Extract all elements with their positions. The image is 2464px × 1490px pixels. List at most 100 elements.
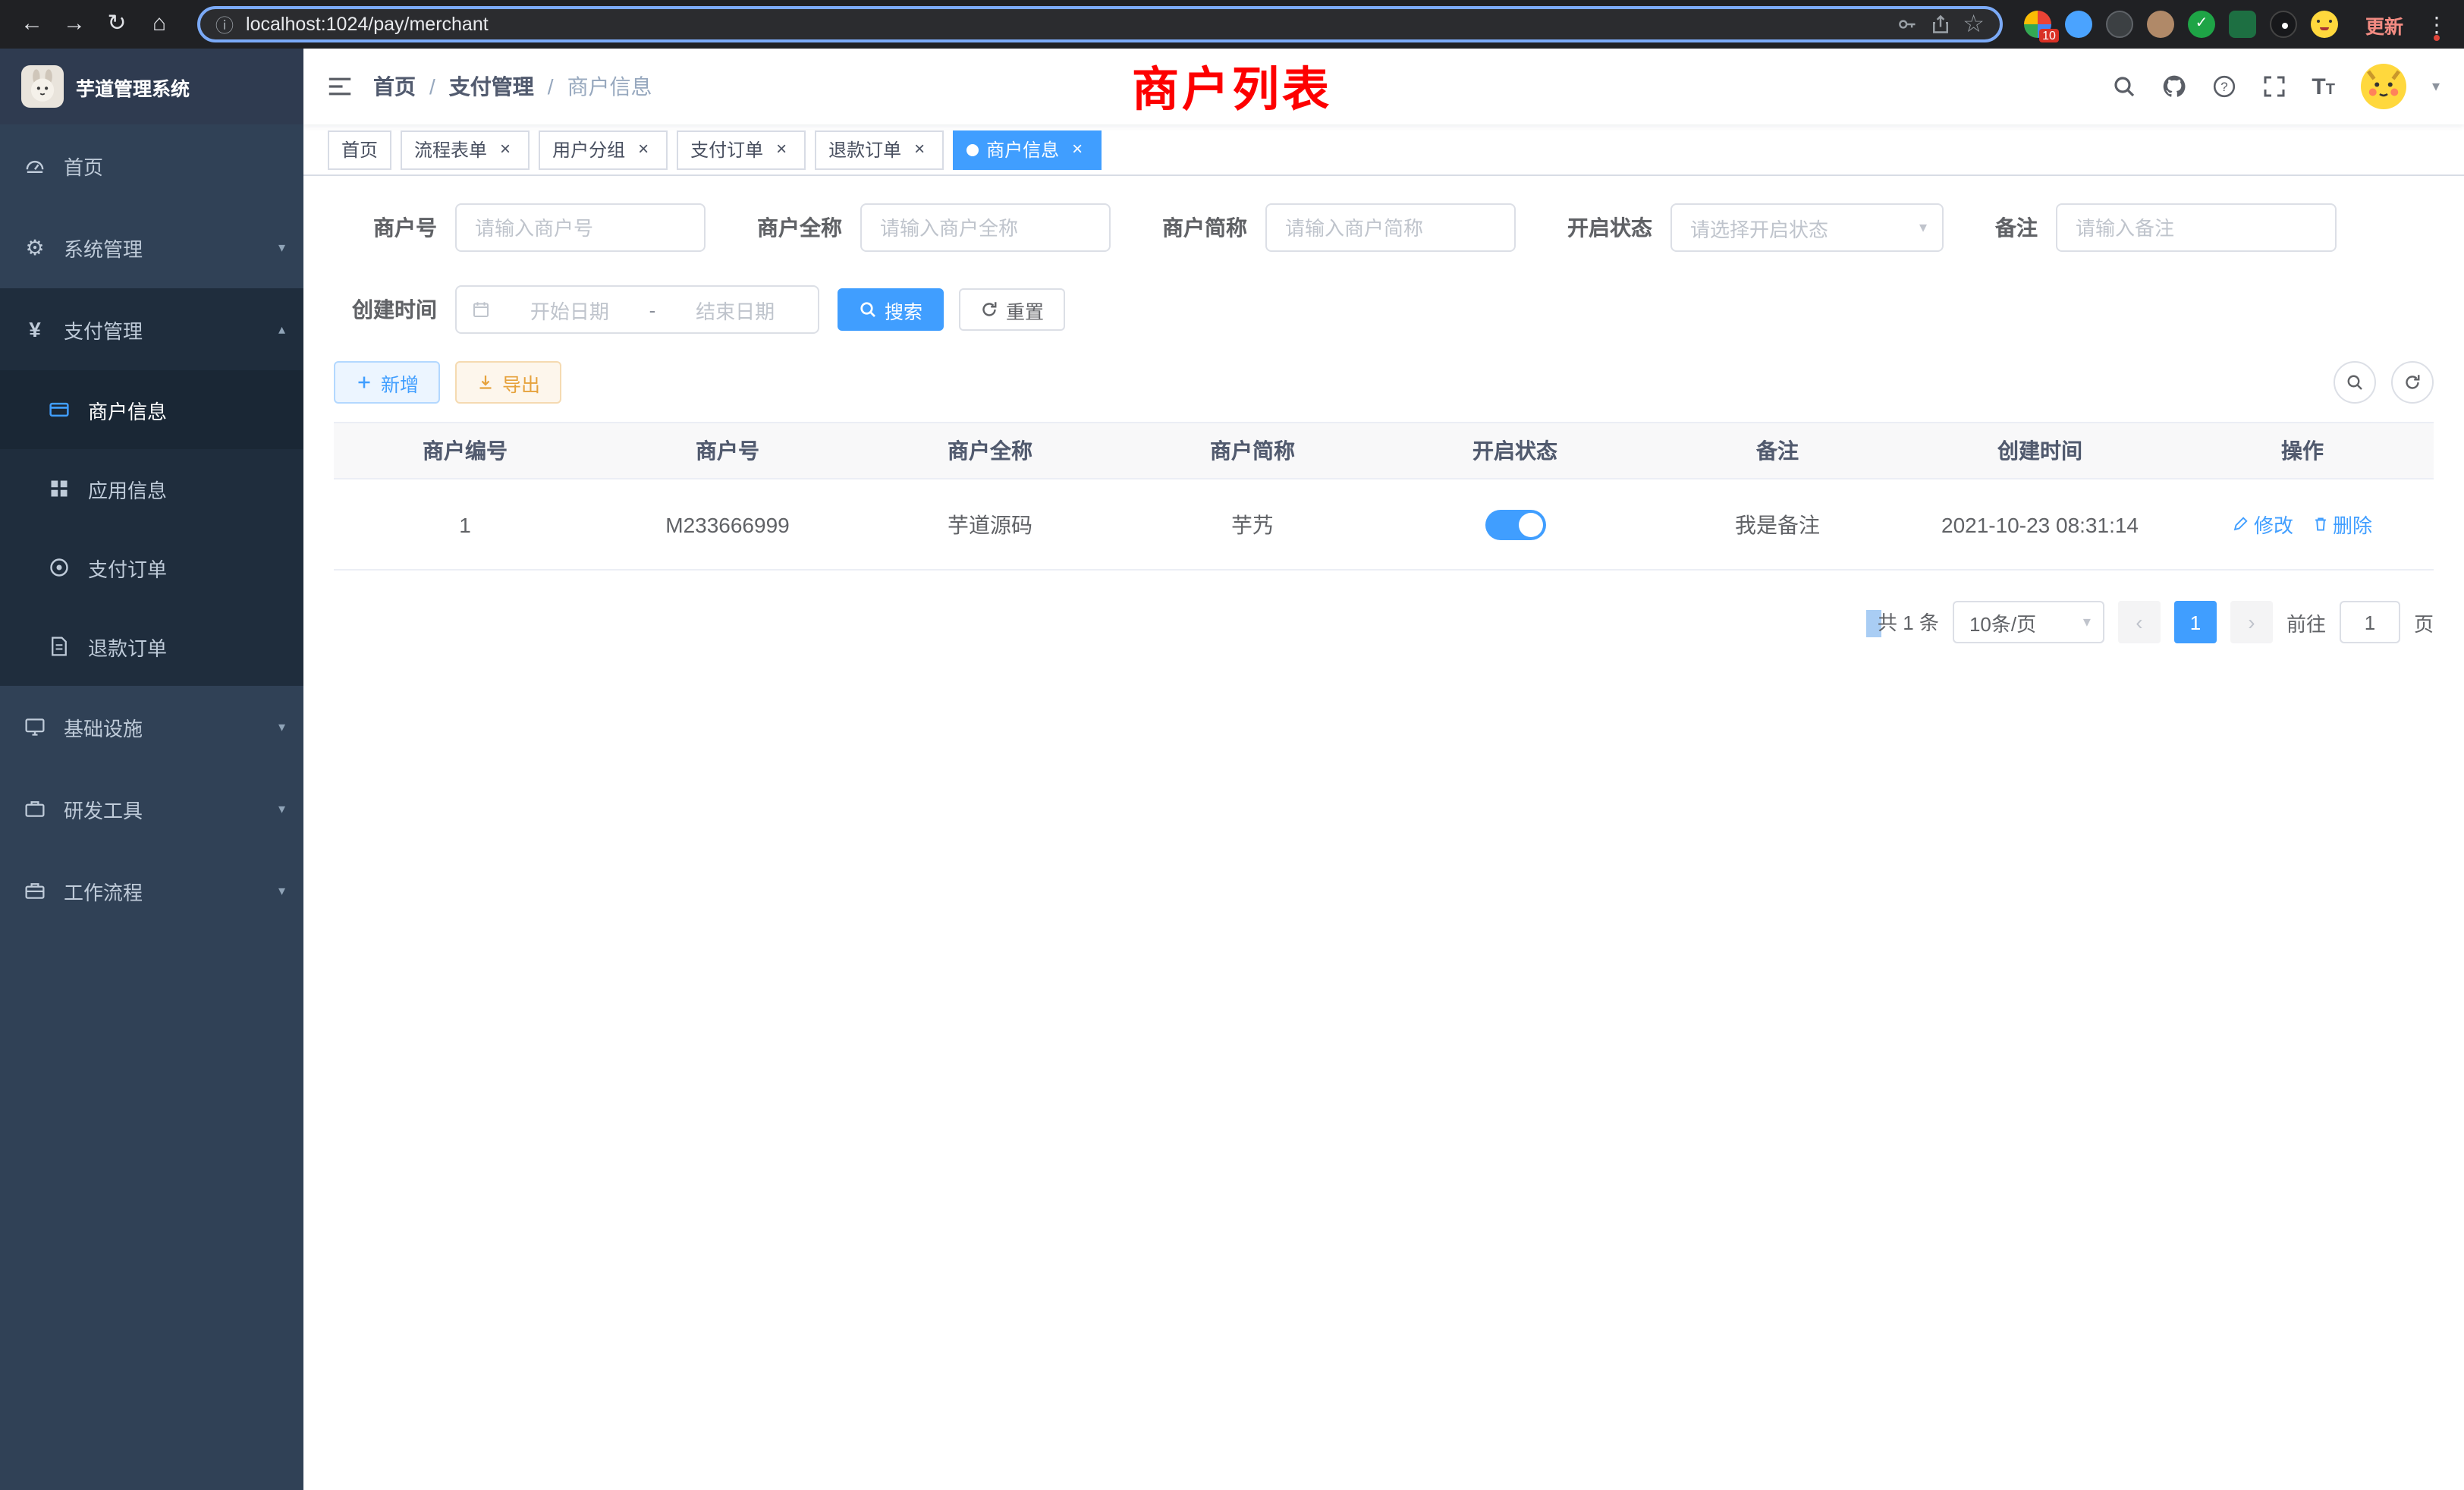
main-area: 首页 / 支付管理 / 商户信息 ? TT [303,49,2464,1490]
date-separator: - [649,298,656,321]
extension-note-icon[interactable] [2229,11,2256,38]
refresh-table-icon[interactable] [2391,361,2434,404]
sidebar-item-devtools[interactable]: 研发工具 ▾ [0,768,303,850]
user-avatar[interactable] [2361,64,2406,109]
close-icon[interactable]: × [771,139,792,160]
app-logo[interactable]: 芋道管理系统 [0,49,303,124]
goto-page-input[interactable] [2340,601,2400,643]
create-time-label: 创建时间 [334,294,437,325]
table-header: 商户编号 商户号 商户全称 商户简称 开启状态 备注 创建时间 操作 [334,423,2434,479]
status-toggle[interactable] [1485,509,1545,539]
date-start-placeholder: 开始日期 [502,295,637,324]
merchant-table: 商户编号 商户号 商户全称 商户简称 开启状态 备注 创建时间 操作 1 M23… [334,422,2434,571]
github-icon[interactable] [2161,74,2186,99]
caret-down-icon[interactable]: ▾ [2432,78,2440,95]
sidebar: 芋道管理系统 首页 ⚙ 系统管理 ▾ ¥ 支付管理 ▴ [0,49,303,1490]
navbar: 首页 / 支付管理 / 商户信息 ? TT [303,49,2464,124]
sidebar-item-refund-order[interactable]: 退款订单 [0,607,303,686]
sidebar-item-home[interactable]: 首页 [0,124,303,206]
reset-button[interactable]: 重置 [959,288,1065,331]
add-button[interactable]: 新增 [334,361,440,404]
app-title: 芋道管理系统 [76,72,190,101]
remark-input[interactable] [2056,203,2337,252]
tags-view: 首页 流程表单× 用户分组× 支付订单× 退款订单× 商户信息× [303,124,2464,176]
tab-home[interactable]: 首页 [328,130,391,169]
close-icon[interactable]: × [1067,139,1088,160]
sidebar-group-pay: ¥ 支付管理 ▴ 商户信息 应用信息 [0,288,303,686]
browser-home-icon[interactable]: ⌂ [143,8,176,41]
target-circle-icon [46,557,73,578]
col-short-name: 商户简称 [1121,423,1384,478]
breadcrumb-home[interactable]: 首页 [373,71,416,102]
short-name-input[interactable] [1265,203,1516,252]
export-button[interactable]: 导出 [455,361,561,404]
key-icon[interactable] [1896,14,1917,35]
extension-dark-icon[interactable] [2106,11,2133,38]
active-tab-dot [966,143,979,156]
table-row: 1 M233666999 芋道源码 芋艿 我是备注 2021-10-23 08:… [334,479,2434,571]
sidebar-item-label: 系统管理 [64,233,143,262]
bookmark-star-icon[interactable]: ☆ [1963,9,1985,39]
close-icon[interactable]: × [495,139,516,160]
bank-card-icon [46,399,73,420]
sidebar-item-app-info[interactable]: 应用信息 [0,449,303,528]
sidebar-item-infra[interactable]: 基础设施 ▾ [0,686,303,768]
document-icon [46,636,73,657]
toggle-search-icon[interactable] [2334,361,2376,404]
chevron-down-icon: ▾ [278,718,285,735]
breadcrumb-pay[interactable]: 支付管理 [449,71,534,102]
tab-merchant-info[interactable]: 商户信息× [953,130,1102,169]
sidebar-item-label: 支付订单 [88,553,167,582]
refresh-icon [980,300,998,319]
total-text: 共 1 条 [1867,606,1939,637]
status-select[interactable]: 请选择开启状态 ▾ [1670,203,1944,252]
share-icon[interactable] [1929,14,1950,35]
merchant-no-input[interactable] [455,203,706,252]
site-info-icon[interactable]: ⓘ [215,11,234,37]
page-size-select[interactable]: 10条/页 ▾ [1953,601,2104,643]
extension-check-icon[interactable]: ✓ [2188,11,2215,38]
caret-down-icon: ▾ [2083,614,2091,630]
font-size-icon[interactable]: TT [2312,74,2335,99]
page-1-button[interactable]: 1 [2174,601,2217,643]
chevron-down-icon: ▾ [278,882,285,899]
close-icon[interactable]: × [633,139,654,160]
hamburger-icon[interactable] [328,74,352,99]
extension-emoji-icon[interactable] [2311,11,2338,38]
sidebar-item-merchant-info[interactable]: 商户信息 [0,370,303,449]
pagination: 共 1 条 10条/页 ▾ ‹ 1 › 前往 页 [334,601,2434,643]
tab-user-group[interactable]: 用户分组× [539,130,668,169]
date-range-picker[interactable]: 开始日期 - 结束日期 [455,285,819,334]
extension-drop-icon[interactable] [2065,11,2092,38]
extension-avatar-icon[interactable] [2147,11,2174,38]
search-button[interactable]: 搜索 [838,288,944,331]
url-text[interactable]: localhost:1024/pay/merchant [246,14,1884,35]
sidebar-item-label: 研发工具 [64,794,143,823]
prev-page-button[interactable]: ‹ [2118,601,2161,643]
browser-menu-icon[interactable]: ⋮ [2425,11,2449,37]
tab-refund-order[interactable]: 退款订单× [815,130,944,169]
fullscreen-icon[interactable] [2261,74,2286,99]
chevron-up-icon: ▴ [278,321,285,338]
next-page-button[interactable]: › [2230,601,2273,643]
search-icon[interactable] [2111,74,2136,99]
monitor-icon [21,716,49,737]
extension-pinwheel-icon[interactable] [2270,11,2297,38]
sidebar-item-pay-order[interactable]: 支付订单 [0,528,303,607]
tab-process-form[interactable]: 流程表单× [401,130,530,169]
sidebar-item-workflow[interactable]: 工作流程 ▾ [0,850,303,932]
tab-pay-order[interactable]: 支付订单× [677,130,806,169]
full-name-input[interactable] [860,203,1111,252]
sidebar-item-system[interactable]: ⚙ 系统管理 ▾ [0,206,303,288]
browser-reload-icon[interactable]: ↻ [100,8,134,41]
close-icon[interactable]: × [909,139,930,160]
address-bar[interactable]: ⓘ localhost:1024/pay/merchant ☆ [197,6,2003,42]
edit-button[interactable]: 修改 [2233,510,2293,539]
browser-back-icon[interactable]: ← [15,8,49,41]
sidebar-item-pay[interactable]: ¥ 支付管理 ▴ [0,288,303,370]
help-icon[interactable]: ? [2211,74,2236,99]
delete-button[interactable]: 删除 [2312,510,2372,539]
browser-update-button[interactable]: 更新 [2353,5,2415,43]
browser-forward-icon[interactable]: → [58,8,91,41]
extension-colorful-icon[interactable]: 10 [2024,11,2051,38]
